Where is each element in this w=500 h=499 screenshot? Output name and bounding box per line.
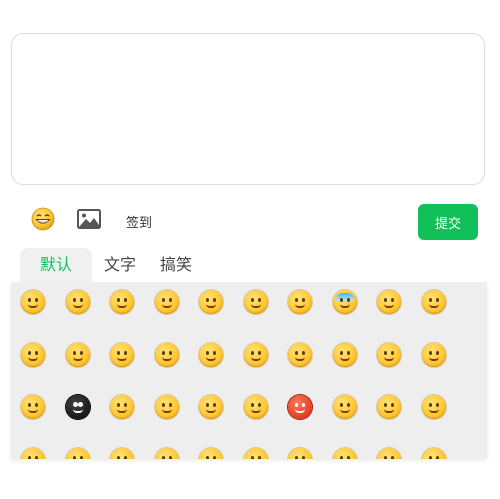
emoji-item[interactable] — [189, 438, 233, 459]
emoji-face-icon — [21, 395, 45, 419]
emoji-category-tabs: 默认 文字 搞笑 — [20, 248, 204, 282]
emoji-item[interactable] — [278, 333, 322, 377]
emoji-face-icon — [199, 290, 223, 314]
tab-default[interactable]: 默认 — [20, 248, 93, 282]
emoji-item[interactable] — [56, 282, 100, 324]
emoji-item[interactable] — [234, 438, 278, 459]
emoji-item[interactable] — [412, 282, 456, 324]
emoji-face-icon — [21, 290, 45, 314]
emoji-item[interactable] — [56, 333, 100, 377]
emoji-face-icon — [243, 395, 268, 419]
emoji-face-icon — [377, 342, 401, 367]
emoji-face-icon — [65, 395, 90, 419]
emoji-face-icon — [243, 342, 268, 367]
emoji-face-icon — [110, 395, 134, 419]
emoji-face-icon — [332, 342, 357, 367]
tab-text[interactable]: 文字 — [92, 248, 148, 282]
submit-button[interactable]: 提交 — [418, 204, 478, 240]
emoji-face-icon — [332, 290, 357, 314]
emoji-face-icon — [332, 395, 357, 419]
emoji-item[interactable] — [189, 333, 233, 377]
emoji-item[interactable] — [100, 438, 144, 459]
emoji-face-icon — [199, 342, 223, 367]
emoji-face-icon — [154, 447, 179, 459]
tab-funny[interactable]: 搞笑 — [148, 248, 204, 282]
emoji-item[interactable] — [278, 438, 322, 459]
composer-toolbar: 签到 提交 — [0, 203, 500, 243]
emoji-button[interactable] — [28, 203, 58, 239]
emoji-item[interactable] — [145, 385, 189, 429]
grinning-face-icon — [31, 207, 55, 235]
comment-textarea[interactable] — [11, 33, 485, 185]
emoji-face-icon — [21, 447, 45, 459]
emoji-item[interactable] — [412, 438, 456, 459]
emoji-item[interactable] — [189, 282, 233, 324]
emoji-item[interactable] — [278, 385, 322, 429]
emoji-item[interactable] — [412, 385, 456, 429]
emoji-face-icon — [288, 342, 312, 367]
emoji-face-icon — [288, 395, 312, 419]
checkin-button[interactable]: 签到 — [121, 203, 157, 239]
emoji-item[interactable] — [367, 438, 411, 459]
emoji-item[interactable] — [412, 333, 456, 377]
emoji-item[interactable] — [234, 385, 278, 429]
emoji-face-icon — [288, 290, 312, 314]
emoji-item[interactable] — [323, 333, 367, 377]
emoji-face-icon — [110, 342, 134, 367]
emoji-face-icon — [21, 342, 45, 367]
emoji-item[interactable] — [278, 282, 322, 324]
emoji-item[interactable] — [11, 438, 55, 459]
emoji-item[interactable] — [11, 385, 55, 429]
emoji-item[interactable] — [234, 333, 278, 377]
emoji-item[interactable] — [367, 282, 411, 324]
emoji-face-icon — [288, 447, 312, 459]
emoji-item[interactable] — [367, 385, 411, 429]
emoji-face-icon — [243, 290, 268, 314]
emoji-face-icon — [154, 290, 179, 314]
emoji-face-icon — [243, 447, 268, 459]
emoji-item[interactable] — [56, 438, 100, 459]
emoji-item[interactable] — [367, 333, 411, 377]
emoji-item[interactable] — [11, 333, 55, 377]
emoji-item[interactable] — [234, 282, 278, 324]
emoji-item[interactable] — [145, 282, 189, 324]
checkin-label: 签到 — [125, 215, 152, 231]
emoji-face-icon — [199, 395, 223, 419]
emoji-item[interactable] — [56, 385, 100, 429]
emoji-item[interactable] — [100, 333, 144, 377]
emoji-face-icon — [377, 395, 401, 419]
emoji-item[interactable] — [145, 333, 189, 377]
emoji-face-icon — [65, 290, 90, 314]
emoji-face-icon — [65, 447, 90, 459]
emoji-face-icon — [110, 447, 134, 459]
emoji-face-icon — [154, 342, 179, 367]
emoji-face-icon — [65, 342, 90, 367]
emoji-face-icon — [421, 290, 446, 314]
emoji-item[interactable] — [11, 282, 55, 324]
emoji-item[interactable] — [323, 438, 367, 459]
emoji-item[interactable] — [145, 438, 189, 459]
emoji-item[interactable] — [100, 385, 144, 429]
emoji-face-icon — [421, 447, 446, 459]
emoji-face-icon — [377, 290, 401, 314]
emoji-face-icon — [332, 447, 357, 459]
emoji-face-icon — [377, 447, 401, 459]
emoji-face-icon — [110, 290, 134, 314]
emoji-face-icon — [154, 395, 179, 419]
emoji-face-icon — [421, 395, 446, 419]
emoji-item[interactable] — [189, 385, 233, 429]
image-upload-button[interactable] — [73, 203, 105, 239]
emoji-face-icon — [199, 447, 223, 459]
emoji-face-icon — [421, 342, 446, 367]
emoji-item[interactable] — [100, 282, 144, 324]
emoji-item[interactable] — [323, 282, 367, 324]
emoji-item[interactable] — [323, 385, 367, 429]
image-icon — [77, 209, 101, 233]
emoji-panel — [11, 282, 487, 459]
